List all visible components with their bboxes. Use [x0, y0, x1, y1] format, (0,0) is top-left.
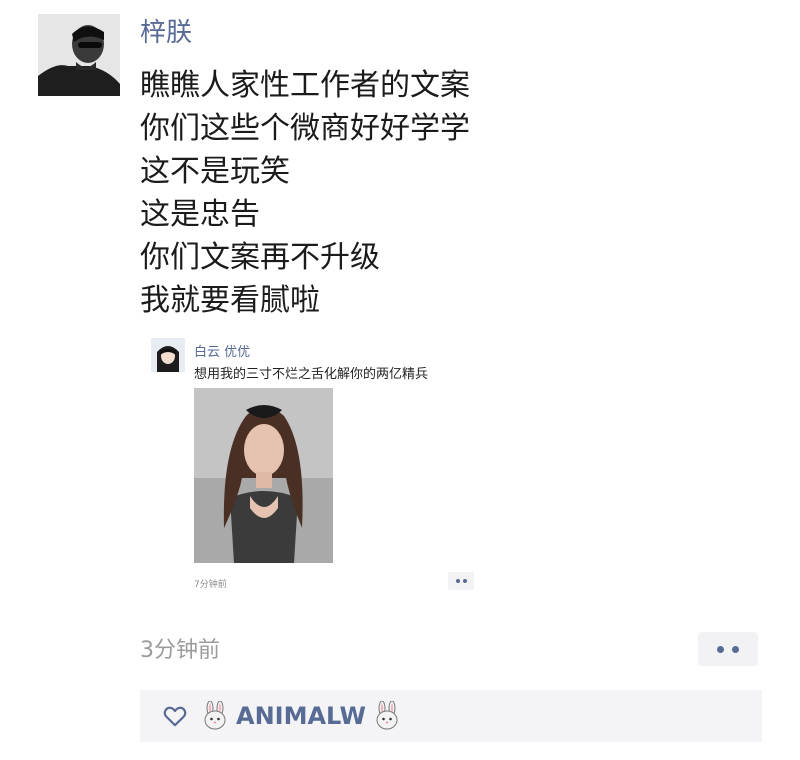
more-dots-icon[interactable]	[698, 632, 758, 666]
liker-name[interactable]: ANIMALW	[236, 702, 366, 730]
liker[interactable]: ANIMALW	[200, 701, 402, 731]
post-text: 瞧瞧人家性工作者的文案 你们这些个微商好好学学 这不是玩笑 这是忠告 你们文案再…	[140, 64, 780, 322]
embedded-post-text: 想用我的三寸不烂之舌化解你的两亿精兵	[194, 367, 429, 382]
embedded-post-image[interactable]: 白云 优优 想用我的三寸不烂之舌化解你的两亿精兵 7分钟前	[143, 330, 478, 600]
author-avatar[interactable]	[38, 14, 120, 96]
embedded-timestamp: 7分钟前	[194, 580, 227, 590]
dot	[462, 579, 467, 583]
post-text-line: 你们这些个微商好好学学	[140, 111, 470, 146]
post-text-line: 你们文案再不升级	[140, 240, 380, 275]
embedded-photo	[194, 388, 333, 563]
post-text-line: 我就要看腻啦	[140, 283, 320, 318]
rabbit-icon	[204, 701, 226, 730]
heart-icon	[163, 706, 187, 727]
author-name[interactable]: 梓朕	[140, 16, 192, 50]
dot	[732, 645, 739, 653]
embedded-more-icon	[448, 572, 474, 590]
post-timestamp: 3分钟前	[140, 638, 220, 663]
dot	[455, 579, 460, 583]
likes-bar: ANIMALW	[140, 690, 762, 742]
rabbit-icon	[376, 701, 398, 730]
embedded-author-avatar	[151, 338, 185, 372]
embedded-author-name: 白云 优优	[194, 345, 251, 360]
post-text-line: 这是忠告	[140, 197, 260, 232]
dot	[717, 645, 724, 653]
post-text-line: 瞧瞧人家性工作者的文案	[140, 68, 470, 103]
post-text-line: 这不是玩笑	[140, 154, 290, 189]
